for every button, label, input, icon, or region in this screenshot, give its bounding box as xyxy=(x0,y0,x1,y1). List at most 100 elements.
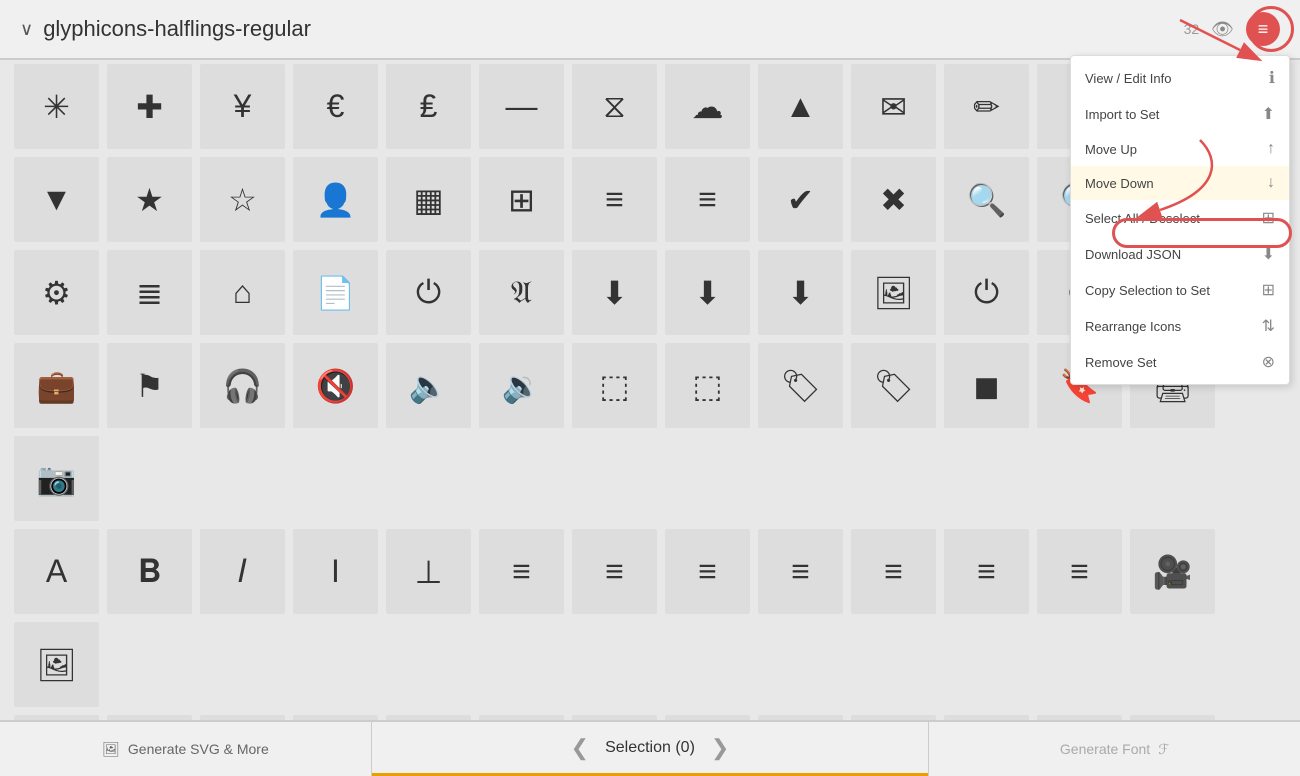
icon-cell[interactable]: ≣ xyxy=(107,250,192,335)
icon-cell[interactable]: 🎧 xyxy=(200,343,285,428)
icon-cell[interactable]: ⊥ xyxy=(386,529,471,614)
import-label: Import to Set xyxy=(1085,107,1159,122)
icon-cell[interactable]: ✖ xyxy=(851,157,936,242)
view-edit-label: View / Edit Info xyxy=(1085,71,1171,86)
move-up-icon: ↑ xyxy=(1267,140,1275,158)
font-set-title: glyphicons-halflings-regular xyxy=(43,16,311,42)
icon-cell[interactable]: ⬇ xyxy=(572,250,657,335)
icon-cell[interactable]: 💼 xyxy=(14,343,99,428)
remove-set-label: Remove Set xyxy=(1085,355,1157,370)
next-arrow[interactable]: ❯ xyxy=(711,735,729,761)
icon-cell[interactable]: ≡ xyxy=(572,529,657,614)
icon-cell[interactable]: ≡ xyxy=(851,529,936,614)
icon-cell[interactable]: ≡ xyxy=(944,529,1029,614)
generate-svg-icon: 🖼 xyxy=(102,741,120,758)
icon-cell[interactable]: 🔉 xyxy=(479,343,564,428)
icon-cell[interactable]: I xyxy=(293,529,378,614)
icon-cell[interactable]: ≡ xyxy=(1037,529,1122,614)
icon-cell[interactable]: ⬇ xyxy=(665,250,750,335)
icon-cell[interactable]: ⌂ xyxy=(200,250,285,335)
header-actions: 32 👁 ≡ xyxy=(1184,12,1280,46)
icon-cell[interactable]: — xyxy=(479,64,564,149)
rearrange-label: Rearrange Icons xyxy=(1085,319,1181,334)
download-json-item[interactable]: Download JSON ⬇ xyxy=(1071,236,1289,272)
copy-selection-item[interactable]: Copy Selection to Set ⊞ xyxy=(1071,272,1289,308)
dropdown-menu: View / Edit Info ℹ Import to Set ⬆ Move … xyxy=(1070,55,1290,385)
icon-cell[interactable]: ▲ xyxy=(758,64,843,149)
icon-cell[interactable]: 🔈 xyxy=(386,343,471,428)
import-to-set-item[interactable]: Import to Set ⬆ xyxy=(1071,96,1289,132)
icon-cell[interactable]: A xyxy=(14,529,99,614)
generate-font-label: Generate Font xyxy=(1060,741,1150,757)
generate-font-icon: ℱ xyxy=(1158,741,1169,758)
copy-selection-icon: ⊞ xyxy=(1262,280,1275,300)
icon-cell[interactable]: ≡ xyxy=(479,529,564,614)
icon-cell[interactable]: ≡ xyxy=(665,157,750,242)
generate-svg-section[interactable]: 🖼 Generate SVG & More xyxy=(0,722,372,776)
icon-count: 32 xyxy=(1184,21,1200,37)
icon-cell[interactable]: 🎥 xyxy=(1130,529,1215,614)
icon-cell[interactable]: ⏻ xyxy=(944,250,1029,335)
move-up-label: Move Up xyxy=(1085,142,1137,157)
icon-cell[interactable]: 📷 xyxy=(14,436,99,521)
icon-cell[interactable]: 🖼 xyxy=(14,622,99,707)
icon-cell[interactable]: 𝔄 xyxy=(479,250,564,335)
icon-cell[interactable]: ▼ xyxy=(14,157,99,242)
icon-cell[interactable]: ◼ xyxy=(944,343,1029,428)
icon-cell[interactable]: ☆ xyxy=(200,157,285,242)
rearrange-icons-item[interactable]: Rearrange Icons ⇅ xyxy=(1071,308,1289,344)
move-up-item[interactable]: Move Up ↑ xyxy=(1071,132,1289,166)
icon-cell[interactable]: ≡ xyxy=(758,529,843,614)
move-down-icon: ↓ xyxy=(1267,174,1275,192)
remove-set-item[interactable]: Remove Set ⊗ xyxy=(1071,344,1289,380)
bottom-bar: 🖼 Generate SVG & More ❮ Selection (0) ❯ … xyxy=(0,720,1300,776)
icon-cell[interactable]: 🔍 xyxy=(944,157,1029,242)
icon-cell[interactable]: ₤ xyxy=(386,64,471,149)
icon-cell[interactable]: 📄 xyxy=(293,250,378,335)
prev-arrow[interactable]: ❮ xyxy=(571,735,589,761)
rearrange-icon: ⇅ xyxy=(1262,316,1275,336)
icon-cell[interactable]: ⬚ xyxy=(572,343,657,428)
generate-svg-label: Generate SVG & More xyxy=(128,741,269,757)
select-all-label: Select All / Deselect xyxy=(1085,211,1200,226)
generate-font-section[interactable]: Generate Font ℱ xyxy=(928,722,1300,776)
download-json-icon: ⬇ xyxy=(1262,244,1275,264)
move-down-item[interactable]: Move Down ↓ xyxy=(1071,166,1289,200)
import-icon: ⬆ xyxy=(1262,104,1275,124)
icon-cell[interactable]: 𝐼 xyxy=(200,529,285,614)
icon-cell[interactable]: 🏷 xyxy=(851,343,936,428)
eye-button[interactable]: 👁 xyxy=(1211,19,1234,40)
menu-button[interactable]: ≡ xyxy=(1246,12,1280,46)
icon-cell[interactable]: ☁ xyxy=(665,64,750,149)
icon-cell[interactable]: 𝐁 xyxy=(107,529,192,614)
icon-cell[interactable]: 🏷 xyxy=(758,343,843,428)
icon-cell[interactable]: ✏ xyxy=(944,64,1029,149)
icon-cell[interactable]: 👤 xyxy=(293,157,378,242)
icon-cell[interactable]: ⬇ xyxy=(758,250,843,335)
icon-cell[interactable]: ⊞ xyxy=(479,157,564,242)
selection-label: Selection (0) xyxy=(605,739,695,757)
icon-cell[interactable]: ✉ xyxy=(851,64,936,149)
icon-cell[interactable]: ≡ xyxy=(572,157,657,242)
icon-cell[interactable]: ✔ xyxy=(758,157,843,242)
chevron-icon[interactable]: ∨ xyxy=(20,19,33,40)
icon-cell[interactable]: ¥ xyxy=(200,64,285,149)
icon-cell[interactable]: ≡ xyxy=(665,529,750,614)
icon-cell[interactable]: ✳ xyxy=(14,64,99,149)
icon-cell[interactable]: 🖼 xyxy=(851,250,936,335)
download-json-label: Download JSON xyxy=(1085,247,1181,262)
icon-cell[interactable]: ⬚ xyxy=(665,343,750,428)
icon-cell[interactable]: ▦ xyxy=(386,157,471,242)
info-icon: ℹ xyxy=(1269,68,1275,88)
icon-cell[interactable]: ✚ xyxy=(107,64,192,149)
icon-cell[interactable]: 🔇 xyxy=(293,343,378,428)
icon-cell[interactable]: ★ xyxy=(107,157,192,242)
icon-cell[interactable]: ⏻ xyxy=(386,250,471,335)
icon-cell[interactable]: ⧖ xyxy=(572,64,657,149)
move-down-label: Move Down xyxy=(1085,176,1154,191)
icon-cell[interactable]: € xyxy=(293,64,378,149)
icon-cell[interactable]: ⚑ xyxy=(107,343,192,428)
view-edit-info-item[interactable]: View / Edit Info ℹ xyxy=(1071,60,1289,96)
select-all-item[interactable]: Select All / Deselect ⊞ xyxy=(1071,200,1289,236)
icon-cell[interactable]: ⚙ xyxy=(14,250,99,335)
